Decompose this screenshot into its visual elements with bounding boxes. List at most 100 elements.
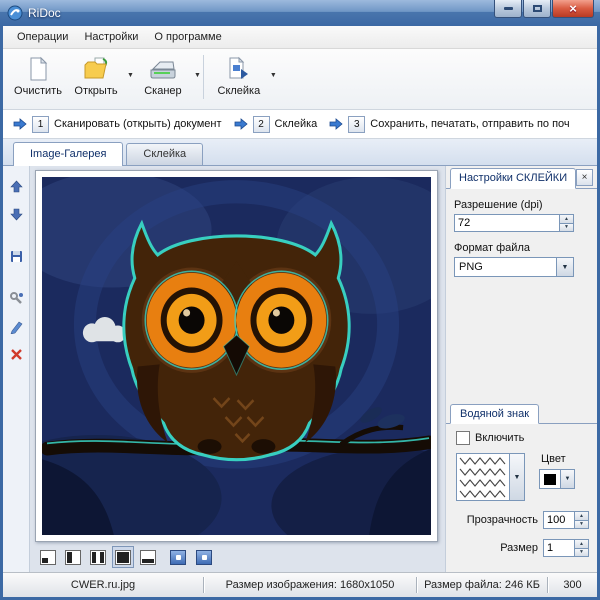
maximize-icon (533, 5, 542, 12)
step-1-number: 1 (32, 116, 49, 133)
layout-corner-button[interactable] (37, 546, 59, 568)
menu-about[interactable]: О программе (146, 26, 229, 48)
image-page[interactable] (35, 170, 438, 542)
size-input[interactable] (543, 539, 575, 557)
spinner-up-icon[interactable]: ▲ (560, 214, 574, 223)
opacity-label: Прозрачность (467, 514, 538, 526)
size-label: Размер (500, 542, 538, 554)
panel-header: Настройки СКЛЕЙКИ × (446, 166, 597, 189)
spinner-down-icon[interactable]: ▼ (575, 520, 589, 530)
format-dropdown-icon[interactable]: ▼ (556, 258, 573, 276)
spinner-down-icon[interactable]: ▼ (560, 223, 574, 233)
tools-button[interactable] (6, 288, 26, 308)
title-bar[interactable]: RiDoc × (0, 0, 600, 26)
wrench-icon (9, 291, 24, 306)
layout-bottom-button[interactable] (137, 546, 159, 568)
content-area: Настройки СКЛЕЙКИ × Разрешение (dpi) ▲ ▼… (3, 166, 597, 572)
delete-x-icon (9, 347, 24, 362)
menu-operations[interactable]: Операции (9, 26, 76, 48)
layout-columns-button[interactable] (87, 546, 109, 568)
opacity-spinner[interactable]: ▲ ▼ (575, 511, 589, 529)
color-dropdown-icon[interactable]: ▼ (560, 470, 574, 488)
status-dpi: 300 (548, 573, 597, 597)
opacity-input[interactable] (543, 511, 575, 529)
status-image-size: Размер изображения: 1680x1050 (204, 573, 416, 597)
pattern-dropdown-icon[interactable]: ▼ (510, 453, 525, 501)
open-button[interactable]: Открыть (67, 53, 125, 97)
merge-button[interactable]: Склейка (210, 53, 268, 97)
menu-settings[interactable]: Настройки (76, 26, 146, 48)
app-icon (7, 5, 23, 21)
main-toolbar: Очистить Открыть ▼ (3, 49, 597, 110)
format-select[interactable]: PNG ▼ (454, 257, 574, 277)
clear-document-icon (25, 56, 51, 82)
edit-button[interactable] (6, 316, 26, 336)
watermark-enable-label: Включить (475, 432, 524, 444)
toolbar-separator (203, 55, 204, 99)
left-tool-strip (3, 166, 30, 572)
save-button[interactable] (6, 246, 26, 266)
delete-button[interactable] (6, 344, 26, 364)
layout-full-button[interactable] (112, 546, 134, 568)
color-select[interactable]: ▼ (539, 469, 575, 489)
watermark-pattern-preview (456, 453, 510, 501)
step-2-number: 2 (253, 116, 270, 133)
open-folder-icon (83, 56, 109, 82)
slideshow-button[interactable] (194, 547, 214, 567)
open-dropdown-icon[interactable]: ▼ (127, 72, 134, 79)
step-arrow-icon (13, 118, 27, 130)
menu-bar: Операции Настройки О программе (3, 26, 597, 49)
scanner-icon (149, 56, 177, 82)
watermark-header: Водяной знак (446, 402, 597, 424)
layout-icons-row (37, 545, 214, 569)
step-arrow-icon (234, 118, 248, 130)
panel-title-tab[interactable]: Настройки СКЛЕЙКИ (450, 168, 576, 189)
move-down-button[interactable] (6, 204, 26, 224)
tab-strip: Image-Галерея Склейка (3, 139, 597, 166)
panel-close-button[interactable]: × (576, 169, 593, 186)
app-window: RiDoc × Операции Настройки О программе О… (0, 0, 600, 600)
tab-image-gallery[interactable]: Image-Галерея (13, 142, 123, 166)
layout-corner-icon (40, 550, 56, 565)
scanner-button[interactable]: Сканер (134, 53, 192, 97)
window-title: RiDoc (28, 6, 61, 20)
pencil-icon (9, 319, 24, 334)
owl-image (42, 177, 431, 535)
status-file-size: Размер файла: 246 КБ (417, 573, 547, 597)
view-mode-button[interactable] (168, 547, 188, 567)
merge-dropdown-icon[interactable]: ▼ (270, 72, 277, 79)
save-icon (9, 249, 24, 264)
status-filename: CWER.ru.jpg (3, 573, 203, 597)
resolution-spinner[interactable]: ▲ ▼ (560, 214, 574, 232)
spinner-up-icon[interactable]: ▲ (575, 511, 589, 520)
clear-button[interactable]: Очистить (9, 53, 67, 97)
scanner-dropdown-icon[interactable]: ▼ (194, 72, 201, 79)
up-arrow-icon (9, 179, 24, 194)
spinner-down-icon[interactable]: ▼ (575, 548, 589, 558)
layout-bottom-icon (140, 550, 156, 565)
watermark-tab[interactable]: Водяной знак (450, 404, 539, 424)
size-spinner[interactable]: ▲ ▼ (575, 539, 589, 557)
tab-merge[interactable]: Склейка (126, 143, 203, 165)
spinner-up-icon[interactable]: ▲ (575, 539, 589, 548)
status-bar: CWER.ru.jpg Размер изображения: 1680x105… (3, 572, 597, 597)
watermark-enable-checkbox[interactable] (456, 431, 470, 445)
step-1-label: Сканировать (открыть) документ (54, 118, 222, 130)
layout-half-button[interactable] (62, 546, 84, 568)
close-button[interactable]: × (552, 0, 594, 18)
slideshow-icon (196, 550, 212, 565)
panel-close-icon: × (582, 172, 588, 183)
image-viewer (30, 166, 445, 572)
watermark-pattern-select[interactable]: ▼ (456, 453, 525, 501)
minimize-icon (504, 7, 513, 10)
step-3-number: 3 (348, 116, 365, 133)
minimize-button[interactable] (494, 0, 522, 18)
client-area: Операции Настройки О программе Очистить (3, 26, 597, 597)
format-value: PNG (455, 261, 556, 273)
clear-label: Очистить (14, 85, 62, 97)
format-label: Формат файла (454, 242, 597, 254)
move-up-button[interactable] (6, 176, 26, 196)
resolution-input[interactable] (454, 214, 560, 232)
maximize-button[interactable] (523, 0, 551, 18)
color-label: Цвет (541, 453, 575, 465)
